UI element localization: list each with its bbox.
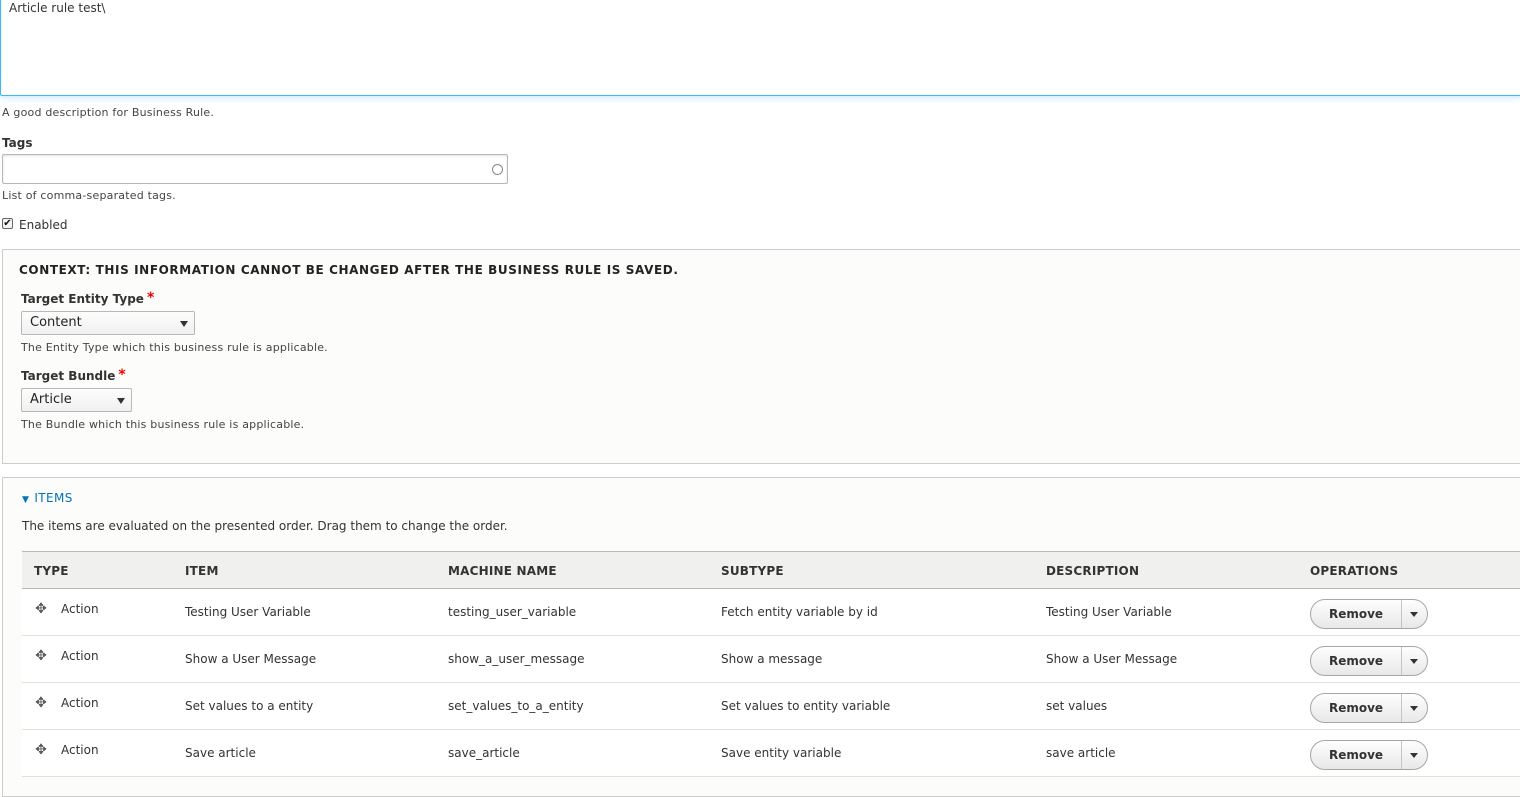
chevron-down-icon	[117, 398, 125, 404]
operations-dropbutton: Remove	[1310, 693, 1428, 723]
drag-handle-icon[interactable]: ✥	[34, 696, 48, 710]
row-item: Show a User Message	[185, 652, 317, 666]
chevron-down-icon	[180, 321, 188, 327]
entity-type-help: The Entity Type which this business rule…	[21, 341, 328, 354]
row-item: Testing User Variable	[185, 605, 311, 619]
description-help: A good description for Business Rule.	[2, 106, 215, 119]
remove-button[interactable]: Remove	[1311, 647, 1402, 675]
bundle-selected: Article	[30, 392, 72, 407]
required-marker: *	[118, 367, 126, 383]
row-subtype: Show a message	[721, 652, 823, 666]
context-fieldset	[2, 249, 1520, 464]
row-subtype: Set values to entity variable	[721, 699, 891, 713]
tags-help: List of comma-separated tags.	[2, 189, 176, 202]
column-header-description: DESCRIPTION	[1046, 564, 1140, 578]
tags-input[interactable]	[2, 154, 508, 184]
row-item: Set values to a entity	[185, 699, 314, 713]
operations-dropbutton: Remove	[1310, 599, 1428, 629]
row-machine-name: save_article	[448, 746, 520, 760]
row-description: Show a User Message	[1046, 652, 1178, 666]
row-subtype: Save entity variable	[721, 746, 842, 760]
chevron-down-icon[interactable]	[1410, 612, 1418, 617]
table-row: ✥ Action Testing User Variable testing_u…	[22, 589, 1520, 636]
column-header-item: ITEM	[185, 564, 219, 578]
chevron-down-icon[interactable]	[1410, 706, 1418, 711]
remove-button[interactable]: Remove	[1311, 694, 1402, 722]
triangle-down-icon: ▼	[22, 495, 30, 505]
row-machine-name: show_a_user_message	[448, 652, 585, 666]
column-header-subtype: SUBTYPE	[721, 564, 784, 578]
row-machine-name: testing_user_variable	[448, 605, 577, 619]
drag-handle-icon[interactable]: ✥	[34, 602, 48, 616]
row-item: Save article	[185, 746, 256, 760]
context-legend: CONTEXT: THIS INFORMATION CANNOT BE CHAN…	[19, 263, 679, 277]
row-type: Action	[61, 696, 99, 710]
operations-dropbutton: Remove	[1310, 740, 1428, 770]
bundle-label: Target Bundle *	[21, 367, 126, 383]
drag-handle-icon[interactable]: ✥	[34, 743, 48, 757]
enabled-label: Enabled	[19, 218, 68, 232]
entity-type-label: Target Entity Type *	[21, 290, 155, 306]
row-description: set values	[1046, 699, 1108, 713]
required-marker: *	[146, 290, 155, 306]
bundle-select[interactable]: Article	[21, 388, 132, 412]
chevron-down-icon[interactable]	[1410, 659, 1418, 664]
column-header-operations: OPERATIONS	[1310, 564, 1399, 578]
row-type: Action	[61, 743, 99, 757]
remove-button[interactable]: Remove	[1311, 600, 1402, 628]
tags-label: Tags	[2, 136, 33, 150]
drag-handle-icon[interactable]: ✥	[34, 649, 48, 663]
entity-type-select[interactable]: Content	[21, 311, 195, 335]
remove-button[interactable]: Remove	[1311, 741, 1402, 769]
bundle-help: The Bundle which this business rule is a…	[21, 418, 305, 431]
row-type: Action	[61, 602, 99, 616]
row-description: save article	[1046, 746, 1116, 760]
items-table-header: TYPE ITEM MACHINE NAME SUBTYPE DESCRIPTI…	[22, 551, 1520, 589]
row-type: Action	[61, 649, 99, 663]
autocomplete-throbber-icon	[492, 164, 503, 175]
items-description: The items are evaluated on the presented…	[22, 519, 508, 533]
table-row: ✥ Action Set values to a entity set_valu…	[22, 683, 1520, 730]
operations-dropbutton: Remove	[1310, 646, 1428, 676]
column-header-type: TYPE	[34, 564, 69, 578]
description-textarea[interactable]: Article rule test\	[0, 0, 1520, 96]
entity-type-selected: Content	[30, 315, 82, 330]
row-description: Testing User Variable	[1046, 605, 1172, 619]
items-toggle[interactable]: ▼ ITEMS	[22, 491, 73, 505]
enabled-checkbox[interactable]: ✔	[2, 218, 13, 229]
chevron-down-icon[interactable]	[1410, 753, 1418, 758]
table-row: ✥ Action Show a User Message show_a_user…	[22, 636, 1520, 683]
table-row: ✥ Action Save article save_article Save …	[22, 730, 1520, 777]
row-machine-name: set_values_to_a_entity	[448, 699, 584, 713]
row-subtype: Fetch entity variable by id	[721, 605, 878, 619]
column-header-machine-name: MACHINE NAME	[448, 564, 557, 578]
